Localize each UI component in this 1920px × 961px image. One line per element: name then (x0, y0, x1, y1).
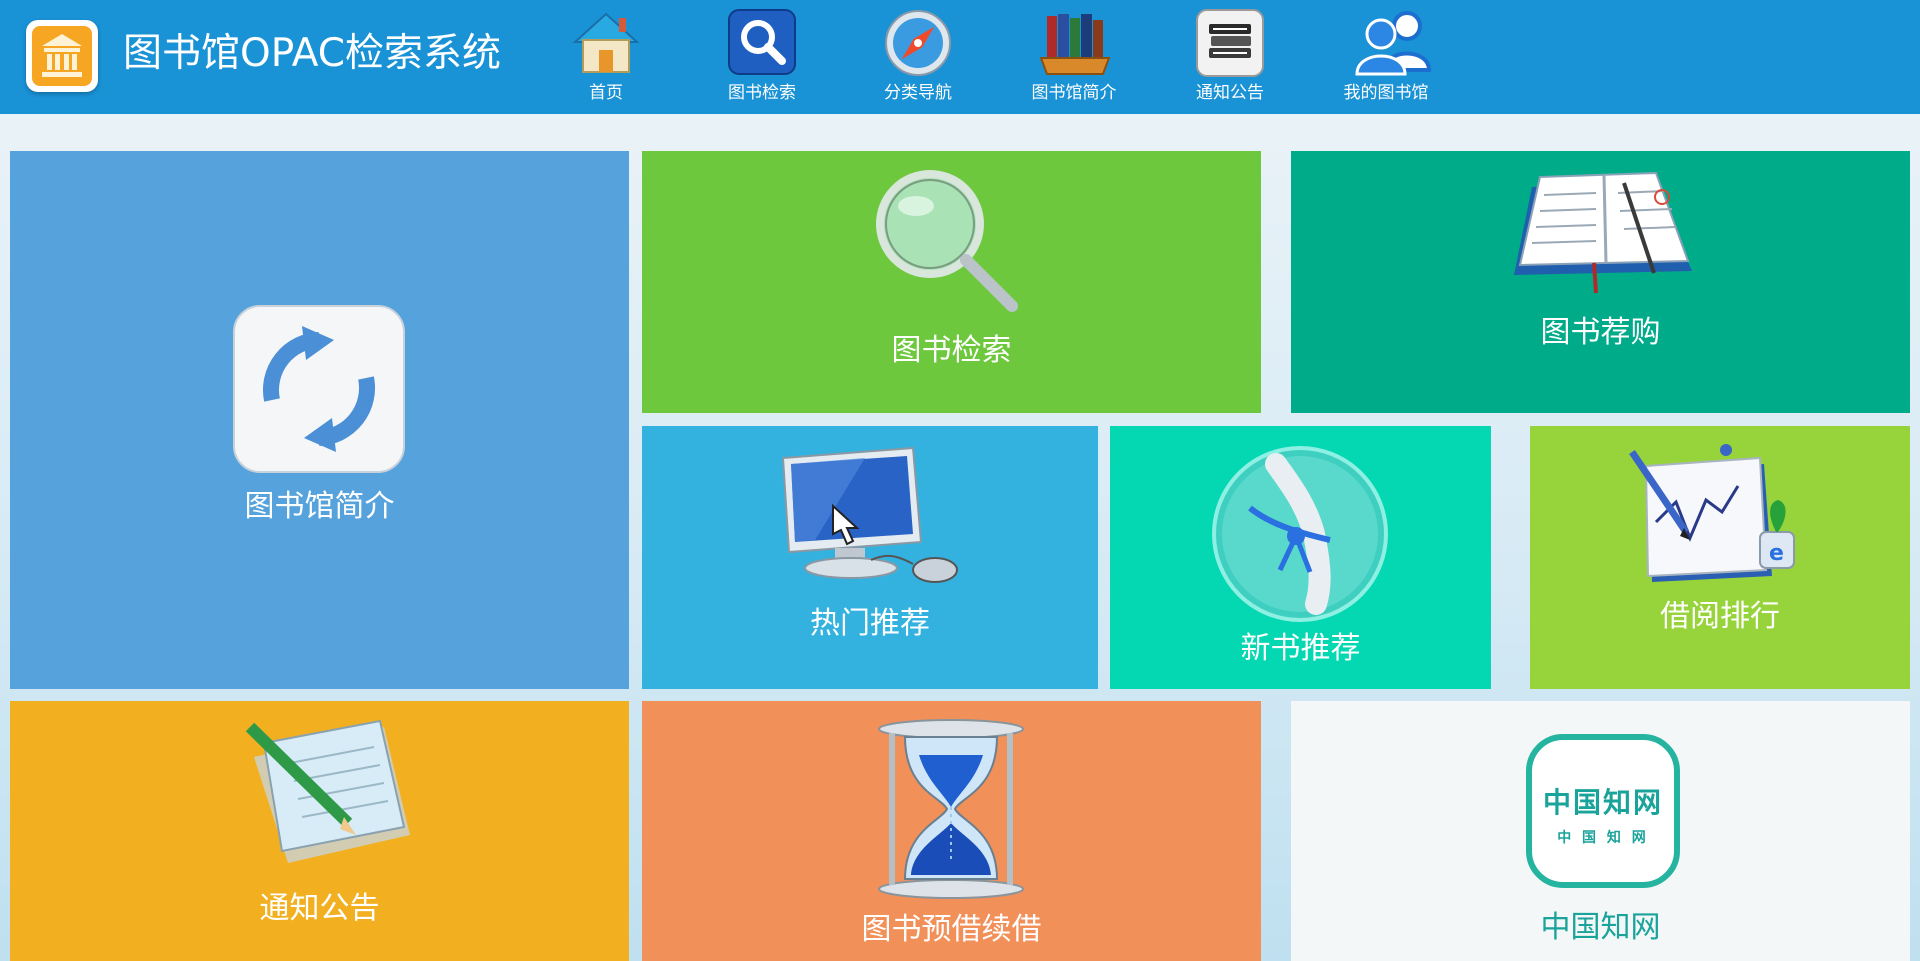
cnki-logo-subtext: 中 国 知 网 (1557, 830, 1649, 846)
app-title: 图书馆OPAC检索系统 (123, 31, 501, 76)
nav-library-intro[interactable]: 图书馆简介 (1009, 6, 1139, 106)
magnifier-icon (876, 170, 1018, 312)
tile-new-books[interactable]: 新书推荐 (1110, 426, 1491, 689)
tile-reserve-renew-label: 图书预借续借 (861, 912, 1042, 947)
tile-hot-recommend[interactable]: 热门推荐 (642, 426, 1098, 689)
tile-book-search-label: 图书检索 (891, 333, 1012, 368)
tile-book-purchase-label: 图书荐购 (1540, 315, 1661, 350)
tile-cnki-label: 中国知网 (1540, 910, 1661, 945)
tile-hot-recommend-label: 热门推荐 (810, 606, 930, 641)
book-stack-icon (1196, 9, 1264, 77)
tile-book-purchase[interactable]: 图书荐购 (1291, 151, 1910, 413)
nav-home[interactable]: 首页 (541, 6, 671, 106)
tile-reserve-renew[interactable]: 图书预借续借 (642, 701, 1261, 961)
nav-notice[interactable]: 通知公告 (1165, 6, 1295, 106)
hourglass-icon (878, 719, 1024, 899)
diploma-icon (1212, 446, 1388, 622)
nav-book-search[interactable]: 图书检索 (697, 6, 827, 106)
nav-my-library-label: 我的图书馆 (1343, 83, 1429, 103)
tile-new-books-label: 新书推荐 (1240, 631, 1361, 666)
chart-calendar-icon: e (1629, 444, 1795, 582)
cnki-logo-text: 中国知网 (1542, 786, 1663, 819)
refresh-icon (233, 305, 405, 473)
tile-cnki[interactable]: 中国知网 中 国 知 网 中国知网 (1291, 701, 1910, 961)
nav-my-library[interactable]: 我的图书馆 (1321, 6, 1451, 106)
computer-click-icon (781, 446, 958, 583)
house-icon (572, 12, 640, 73)
tile-borrow-ranking-label: 借阅排行 (1660, 599, 1780, 634)
nav-notice-label: 通知公告 (1196, 83, 1264, 103)
library-building-icon (26, 20, 98, 92)
nav-library-intro-label: 图书馆简介 (1031, 83, 1117, 103)
magnifier-icon (728, 9, 796, 75)
notepad-pencil-icon (245, 719, 410, 863)
nav-category[interactable]: 分类导航 (853, 6, 983, 106)
tile-notice-label: 通知公告 (259, 891, 380, 926)
tile-library-intro-label: 图书馆简介 (244, 489, 395, 524)
nav-book-search-label: 图书检索 (728, 83, 796, 103)
tile-book-search[interactable]: 图书检索 (642, 151, 1261, 413)
tile-borrow-ranking[interactable]: e 借阅排行 (1530, 426, 1910, 689)
books-shelf-icon (1039, 14, 1111, 75)
nav-home-label: 首页 (589, 83, 623, 103)
tile-library-intro[interactable]: 图书馆简介 (10, 151, 629, 689)
top-header: 图书馆OPAC检索系统 首页 图书检索 分类导航 图书馆简介 通知公告 我的图书… (0, 0, 1920, 114)
notebook-icon (1514, 171, 1692, 294)
users-icon (1355, 11, 1432, 76)
svg-text:e: e (1769, 541, 1784, 566)
nav-category-label: 分类导航 (884, 83, 952, 103)
compass-icon (885, 10, 951, 76)
tile-notice[interactable]: 通知公告 (10, 701, 629, 961)
